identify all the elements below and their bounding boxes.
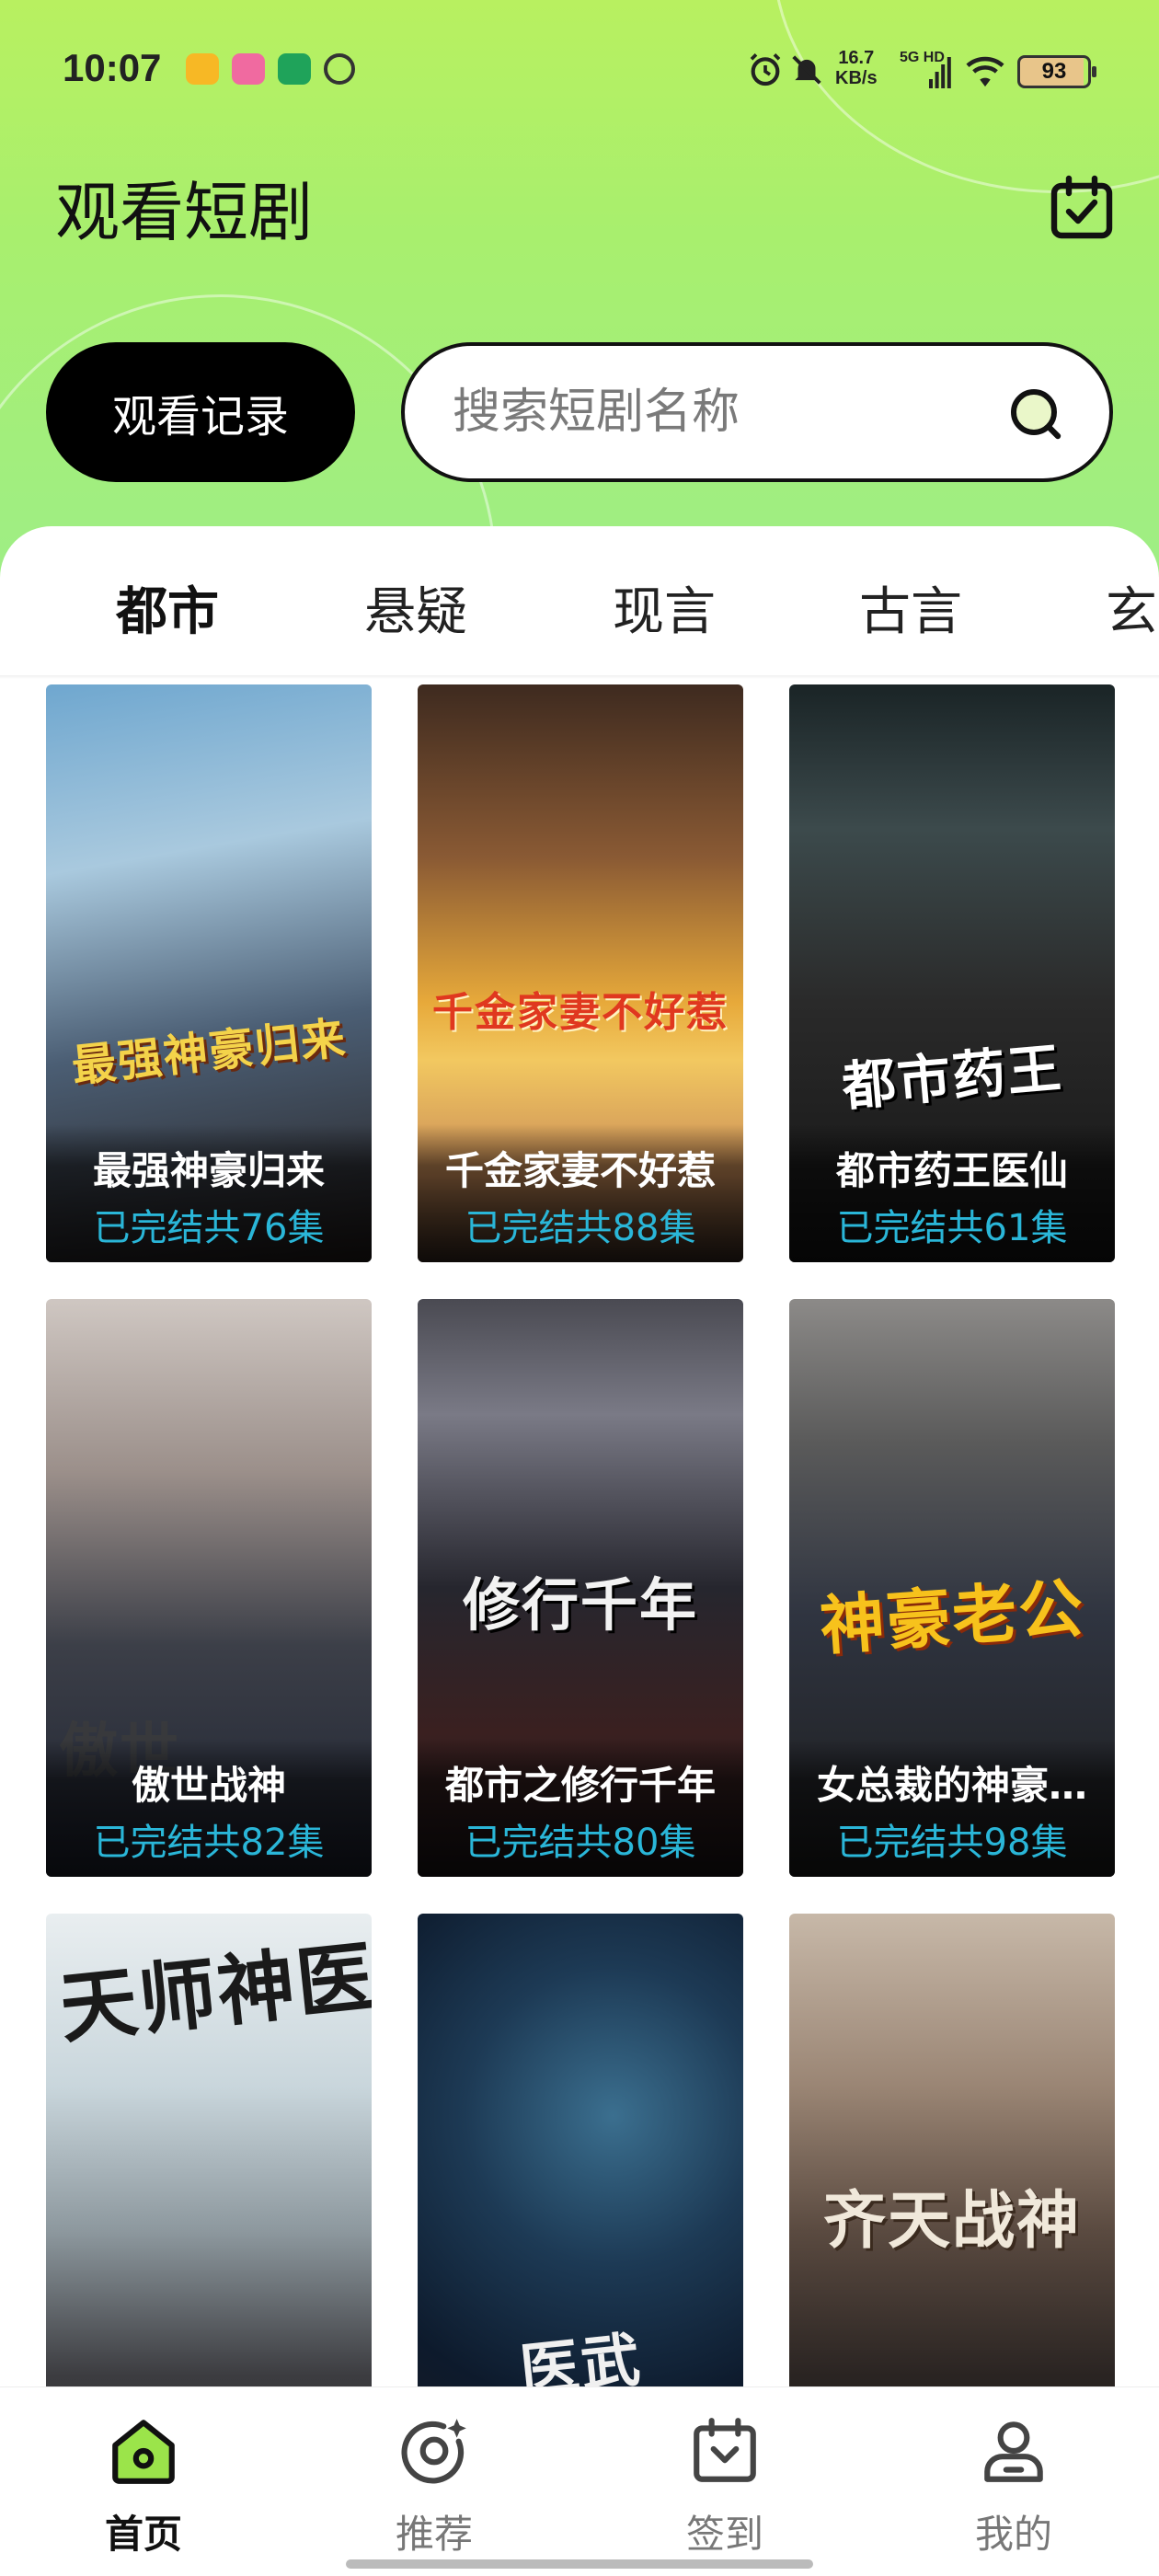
category-tabs: 都市 悬疑 现言 古言 玄 xyxy=(0,526,1159,678)
calendar-check-icon[interactable] xyxy=(1049,175,1115,241)
tab-ancient-romance[interactable]: 古言 xyxy=(859,570,962,645)
app-notification-icon xyxy=(324,53,355,85)
poster-title: 千金家妻不好惹 xyxy=(432,989,729,1036)
wifi-icon xyxy=(966,56,1004,87)
search-box[interactable] xyxy=(401,342,1113,482)
app-notification-icon xyxy=(232,53,265,85)
drama-episodes: 已完结共80集 xyxy=(465,1822,696,1864)
drama-title: 千金家妻不好惹 xyxy=(444,1148,716,1193)
tab-modern-romance[interactable]: 现言 xyxy=(613,570,716,645)
tab-fantasy[interactable]: 玄 xyxy=(1106,570,1157,645)
poster-title: 修行千年 xyxy=(462,1571,698,1639)
nav-recommend[interactable]: 推荐 xyxy=(361,2413,508,2559)
page-title: 观看短剧 xyxy=(55,175,313,250)
drama-title: 最强神豪归来 xyxy=(92,1148,325,1193)
nav-profile[interactable]: 我的 xyxy=(940,2413,1087,2559)
watch-history-button[interactable]: 观看记录 xyxy=(46,342,355,482)
poster-title: 齐天战神 xyxy=(822,2185,1081,2258)
drama-title: 都市之修行千年 xyxy=(444,1763,716,1808)
home-icon xyxy=(112,2420,175,2484)
nav-label: 我的 xyxy=(974,2512,1052,2557)
nav-home[interactable]: 首页 xyxy=(70,2413,217,2559)
drama-content-panel: 都市 悬疑 现言 古言 玄 最强神豪归来 最强神豪归来 已完结共76集 千金家妻… xyxy=(0,526,1159,2576)
search-input[interactable] xyxy=(453,385,968,440)
battery-indicator: 93 xyxy=(1017,55,1096,88)
status-time: 10:07 xyxy=(63,46,162,89)
tabs-divider xyxy=(0,675,1159,679)
alarm-icon xyxy=(750,53,781,86)
tab-suspense[interactable]: 悬疑 xyxy=(364,570,467,645)
app-notification-icon xyxy=(278,53,311,85)
net-speed-value: 16.7 xyxy=(838,48,875,68)
app-notification-icon xyxy=(186,53,219,85)
mute-icon xyxy=(792,55,821,85)
drama-card[interactable]: 最强神豪归来 最强神豪归来 已完结共76集 xyxy=(46,684,372,1262)
nav-label: 首页 xyxy=(104,2512,182,2557)
drama-title: 都市药王医仙 xyxy=(835,1148,1068,1193)
nav-label: 推荐 xyxy=(395,2512,473,2557)
drama-episodes: 已完结共88集 xyxy=(465,1207,696,1249)
nav-checkin[interactable]: 签到 xyxy=(651,2413,798,2559)
tab-city[interactable]: 都市 xyxy=(116,570,219,650)
discover-icon xyxy=(401,2419,466,2484)
checkin-icon xyxy=(694,2418,756,2482)
notification-icons xyxy=(186,53,355,85)
nav-label: 签到 xyxy=(685,2512,763,2557)
drama-card[interactable]: 修行千年 都市之修行千年 已完结共80集 xyxy=(418,1299,743,1877)
gesture-bar xyxy=(346,2559,813,2569)
drama-card[interactable]: 傲世 傲世战神 已完结共82集 xyxy=(46,1299,372,1877)
drama-episodes: 已完结共76集 xyxy=(93,1207,325,1249)
drama-card[interactable]: 都市药王 都市药王医仙 已完结共61集 xyxy=(789,684,1115,1262)
drama-card[interactable]: 千金家妻不好惹 千金家妻不好惹 已完结共88集 xyxy=(418,684,743,1262)
drama-title: 女总裁的神豪… xyxy=(816,1763,1087,1808)
status-bar: 10:07 16.7 KB/s 5G HD 93 xyxy=(0,0,1159,138)
profile-icon xyxy=(984,2421,1043,2482)
drama-episodes: 已完结共61集 xyxy=(836,1207,1068,1249)
net-speed: 16.7 KB/s xyxy=(835,48,878,88)
net-speed-unit: KB/s xyxy=(835,68,878,88)
drama-episodes: 已完结共98集 xyxy=(836,1822,1068,1864)
drama-episodes: 已完结共82集 xyxy=(93,1822,325,1864)
bottom-navigation: 首页 推荐 签到 我的 xyxy=(0,2386,1159,2576)
search-icon[interactable] xyxy=(1008,386,1063,442)
drama-title: 傲世战神 xyxy=(131,1763,286,1808)
drama-card[interactable]: 神豪老公 女总裁的神豪… 已完结共98集 xyxy=(789,1299,1115,1877)
signal-icon xyxy=(929,57,951,88)
